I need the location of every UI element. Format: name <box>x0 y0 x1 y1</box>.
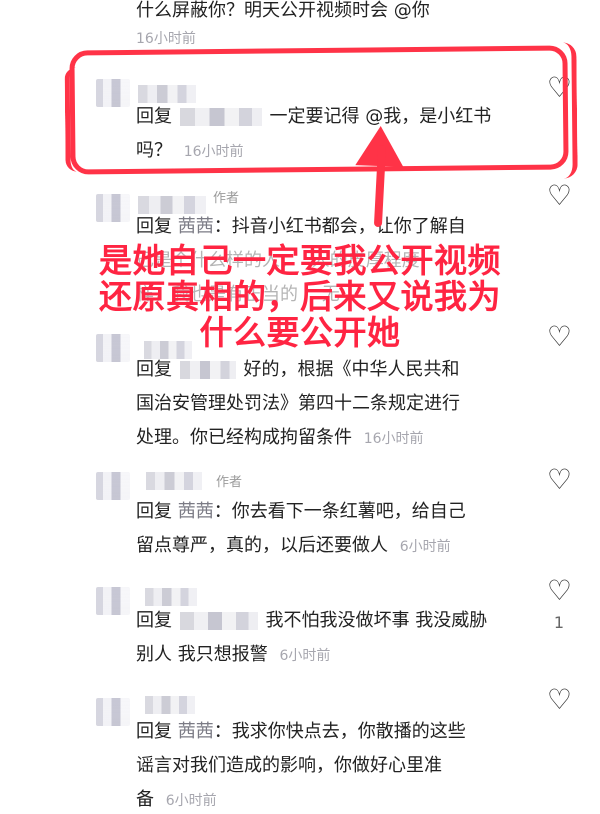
comment-screen: 什么屏蔽你？明天公开视频时会 @你 16小时前 ♡ 回复 一定要记得 @我，是小… <box>0 0 600 810</box>
comment-4-line-2: 留点尊严，真的，以后还要做人 6小时前 <box>136 533 451 560</box>
top-partial-text: 什么屏蔽你？明天公开视频时会 @你 <box>136 0 430 21</box>
comment-3-line-1-text: 好的，根据《中华人民共和 <box>243 359 460 380</box>
reply-prefix: 回复 <box>136 610 172 631</box>
top-partial-time-line: 16小时前 <box>136 25 196 52</box>
comment-6-line-1-text: ：我求你快点去，你散播的这些 <box>213 721 466 742</box>
heart-icon[interactable]: ♡ <box>547 466 572 494</box>
comment-3-line-3-text: 处理。你已经构成拘留条件 <box>136 427 352 448</box>
mention-name: 茜茜 <box>177 501 214 522</box>
comment-3-line-3: 处理。你已经构成拘留条件 16小时前 <box>136 425 424 452</box>
comment-3-line-2-text: 国治安管理处罚法》第四十二条规定进行 <box>136 393 460 414</box>
author-tag: 作者 <box>213 191 240 206</box>
comment-3-line-2: 国治安管理处罚法》第四十二条规定进行 <box>136 391 460 417</box>
heart-icon[interactable]: ♡ <box>547 577 572 605</box>
heart-icon[interactable]: ♡ <box>547 686 572 714</box>
reply-prefix: 回复 <box>136 359 172 380</box>
comment-3-line-1: 回复 好的，根据《中华人民共和 <box>136 357 459 383</box>
comment-4-line-1-text: ：你去看下一条红薯吧，给自己 <box>213 501 466 522</box>
comment-5-line-1: 回复 我不怕我没做坏事 我没威胁 <box>136 608 487 634</box>
avatar[interactable] <box>96 472 130 500</box>
mention-name: 茜茜 <box>177 721 214 742</box>
blurred-reply-target <box>179 612 258 630</box>
blurred-username <box>145 696 195 714</box>
heart-icon[interactable]: ♡ <box>547 182 572 210</box>
annotation-highlight-box <box>69 45 569 175</box>
author-tag: 作者 <box>216 475 243 490</box>
comment-6-line-2-text: 谣言对我们造成的影响，你做好心里准 <box>136 755 442 776</box>
comment-time: 6小时前 <box>279 648 331 664</box>
top-partial-time: 16小时前 <box>136 31 196 47</box>
reply-prefix: 回复 <box>136 501 172 522</box>
comment-4-line-2-text: 留点尊严，真的，以后还要做人 <box>136 535 388 556</box>
reply-prefix: 回复 <box>136 721 172 742</box>
blurred-reply-target <box>179 361 236 379</box>
comment-6-line-1: 回复 茜茜：我求你快点去，你散播的这些 <box>136 719 466 745</box>
like-count: 1 <box>553 613 564 632</box>
comment-5-line-1-text: 我不怕我没做坏事 我没威胁 <box>265 610 488 631</box>
blurred-username <box>145 588 197 606</box>
comment-5-line-2-text: 别人 我只想报警 <box>136 644 268 665</box>
avatar[interactable] <box>96 698 130 726</box>
comment-time: 6小时前 <box>399 539 451 555</box>
avatar[interactable] <box>96 194 130 222</box>
avatar[interactable] <box>96 587 130 615</box>
blurred-username <box>138 196 206 214</box>
comment-time: 16小时前 <box>363 431 424 447</box>
comment-6-line-3: 备 6小时前 <box>136 787 217 814</box>
blurred-username <box>146 472 202 490</box>
comment-6-line-2: 谣言对我们造成的影响，你做好心里准 <box>136 753 442 779</box>
comment-4-line-1: 回复 茜茜：你去看下一条红薯吧，给自己 <box>136 499 466 525</box>
overlay-text-line-3: 什么要公开她 <box>199 313 401 352</box>
comment-5-line-2: 别人 我只想报警 6小时前 <box>136 642 330 669</box>
comment-time: 6小时前 <box>165 793 217 809</box>
